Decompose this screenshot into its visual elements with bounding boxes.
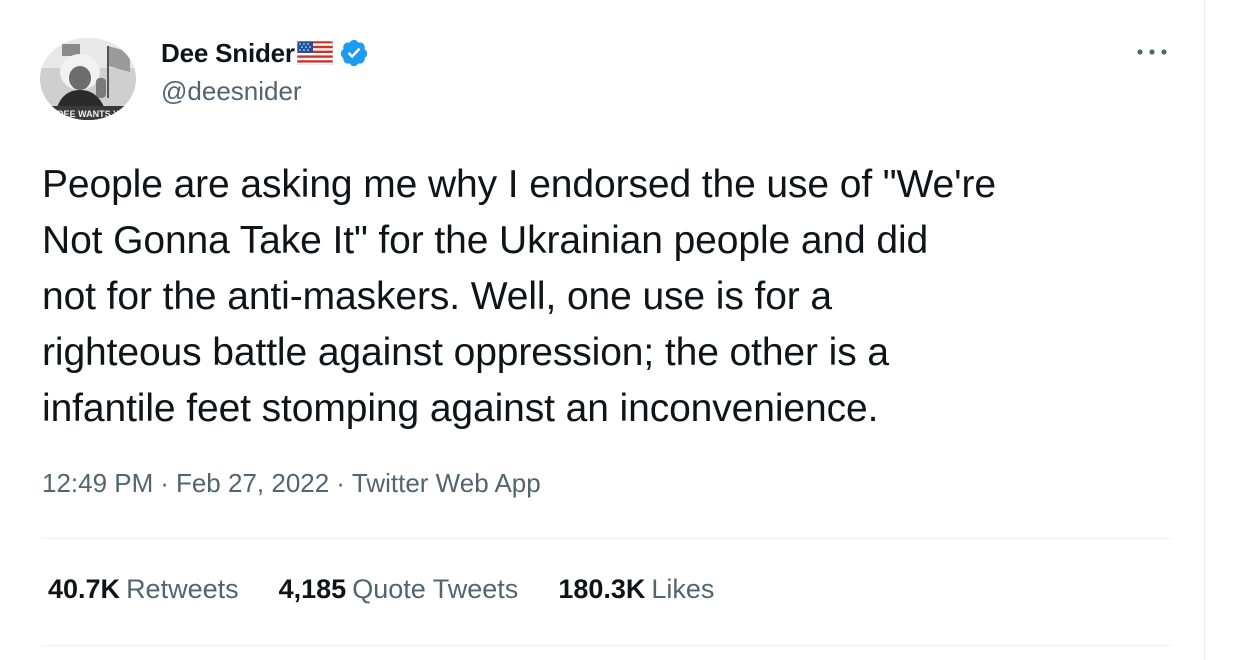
likes-count: 180.3K [558,574,646,604]
likes-label: Likes [651,574,715,604]
author-name-row[interactable]: Dee Snider [161,36,369,70]
tweet-time[interactable]: 12:49 PM [42,468,153,498]
tweet-date[interactable]: Feb 27, 2022 [176,468,329,498]
quote-tweets-label: Quote Tweets [352,574,519,604]
tweet-card: DEE WANTS Y Dee Snider @deesnider People… [0,0,1205,660]
tweet-metadata: 12:49 PM · Feb 27, 2022 · Twitter Web App [42,468,541,499]
more-options-icon[interactable] [1132,38,1172,66]
likes-stat[interactable]: 180.3K Likes [558,574,714,605]
avatar-caption: DEE WANTS Y [57,109,119,119]
quote-tweets-count: 4,185 [278,574,347,604]
tweet-stats: 40.7K Retweets 4,185 Quote Tweets 180.3K Li… [48,574,754,605]
avatar-image: DEE WANTS Y [40,38,136,120]
meta-separator: · [160,468,169,498]
tweet-source[interactable]: Twitter Web App [352,468,541,498]
us-flag-icon [296,40,334,66]
divider [42,645,1172,646]
verified-badge-icon[interactable] [339,38,369,68]
retweets-count: 40.7K [48,574,121,604]
divider [42,538,1172,539]
avatar[interactable]: DEE WANTS Y [40,38,136,120]
tweet-text: People are asking me why I endorsed the … [42,163,996,430]
retweets-label: Retweets [126,574,239,604]
author-handle[interactable]: @deesnider [161,76,302,107]
retweets-stat[interactable]: 40.7K Retweets [48,574,239,605]
author-display-name[interactable]: Dee Snider [161,38,295,69]
quote-tweets-stat[interactable]: 4,185 Quote Tweets [279,574,519,605]
meta-separator: · [336,468,345,498]
